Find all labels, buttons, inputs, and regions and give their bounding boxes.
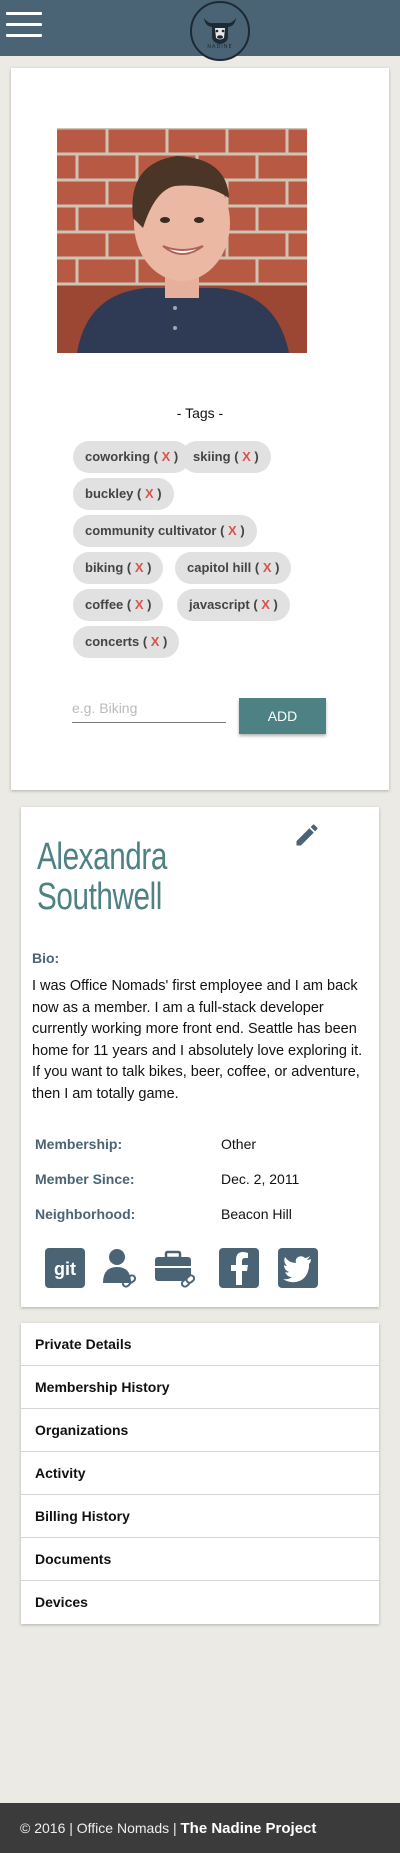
tag-chip: skiing ( X ): [181, 441, 271, 473]
edit-pencil-icon[interactable]: [293, 821, 321, 849]
page-footer: © 2016 | Office Nomads | The Nadine Proj…: [0, 1803, 400, 1853]
tag-label: coffee: [85, 597, 124, 612]
add-tag-button[interactable]: ADD: [239, 698, 326, 734]
nadine-logo[interactable]: NADINE: [190, 1, 250, 61]
tag-label: biking: [85, 560, 124, 575]
first-name: Alexandra: [37, 836, 167, 878]
facebook-icon[interactable]: [218, 1247, 260, 1289]
profile-photo: [57, 128, 307, 353]
tag-label: capitol hill: [187, 560, 252, 575]
menu-item-devices[interactable]: Devices: [21, 1581, 379, 1624]
remove-tag-button[interactable]: X: [162, 449, 171, 464]
last-name: Southwell: [37, 876, 163, 918]
top-navbar: NADINE: [0, 0, 400, 61]
new-tag-input[interactable]: [72, 693, 226, 723]
logo-text: NADINE: [207, 44, 233, 50]
profile-sections-menu: Private Details Membership History Organ…: [21, 1323, 379, 1624]
tag-label: buckley: [85, 486, 134, 501]
member-since-value: Dec. 2, 2011: [221, 1171, 300, 1187]
remove-tag-button[interactable]: X: [135, 597, 144, 612]
personal-link-icon[interactable]: [99, 1247, 141, 1289]
footer-copyright: © 2016 | Office Nomads |: [20, 1820, 181, 1836]
tags-title: - Tags -: [176, 405, 224, 421]
bio-label: Bio:: [32, 950, 60, 966]
tag-chip: biking ( X ): [73, 552, 164, 584]
remove-tag-button[interactable]: X: [145, 486, 154, 501]
git-icon[interactable]: git: [44, 1247, 86, 1289]
hamburger-menu-icon[interactable]: [6, 12, 42, 38]
remove-tag-button[interactable]: X: [135, 560, 144, 575]
membership-label: Membership:: [35, 1136, 123, 1152]
git-icon-text: git: [54, 1259, 76, 1279]
tag-chip: community cultivator ( X ): [73, 515, 257, 547]
member-since-label: Member Since:: [35, 1171, 135, 1187]
tag-chip: coworking ( X ): [73, 441, 191, 473]
twitter-icon[interactable]: [277, 1247, 319, 1289]
menu-item-billing-history[interactable]: Billing History: [21, 1495, 379, 1538]
tag-chip: javascript ( X ): [177, 589, 290, 621]
tag-label: skiing: [193, 449, 231, 464]
menu-item-activity[interactable]: Activity: [21, 1452, 379, 1495]
neighborhood-label: Neighborhood:: [35, 1206, 136, 1222]
menu-item-organizations[interactable]: Organizations: [21, 1409, 379, 1452]
menu-item-membership-history[interactable]: Membership History: [21, 1366, 379, 1409]
footer-project-link[interactable]: The Nadine Project: [181, 1820, 317, 1837]
remove-tag-button[interactable]: X: [263, 560, 272, 575]
tag-label: coworking: [85, 449, 151, 464]
menu-item-documents[interactable]: Documents: [21, 1538, 379, 1581]
remove-tag-button[interactable]: X: [228, 523, 237, 538]
remove-tag-button[interactable]: X: [151, 634, 160, 649]
tag-label: community cultivator: [85, 523, 217, 538]
membership-value: Other: [221, 1136, 257, 1152]
photo-tags-card: - Tags - coworking ( X ) skiing ( X ) bu…: [11, 68, 389, 790]
tag-chip: buckley ( X ): [73, 478, 174, 510]
bull-head-icon: [204, 18, 236, 44]
tag-chip: capitol hill ( X ): [175, 552, 292, 584]
tag-chip: coffee ( X ): [73, 589, 164, 621]
remove-tag-button[interactable]: X: [261, 597, 270, 612]
tag-chip: concerts ( X ): [73, 626, 180, 658]
tag-label: concerts: [85, 634, 140, 649]
profile-card: Alexandra Southwell Bio: I was Office No…: [21, 807, 379, 1307]
member-name: Alexandra Southwell: [37, 837, 240, 917]
remove-tag-button[interactable]: X: [242, 449, 251, 464]
professional-link-icon[interactable]: [153, 1247, 195, 1289]
tag-label: javascript: [189, 597, 250, 612]
menu-item-private-details[interactable]: Private Details: [21, 1323, 379, 1366]
bio-text: I was Office Nomads' first employee and …: [32, 978, 363, 1102]
neighborhood-value: Beacon Hill: [221, 1206, 292, 1222]
